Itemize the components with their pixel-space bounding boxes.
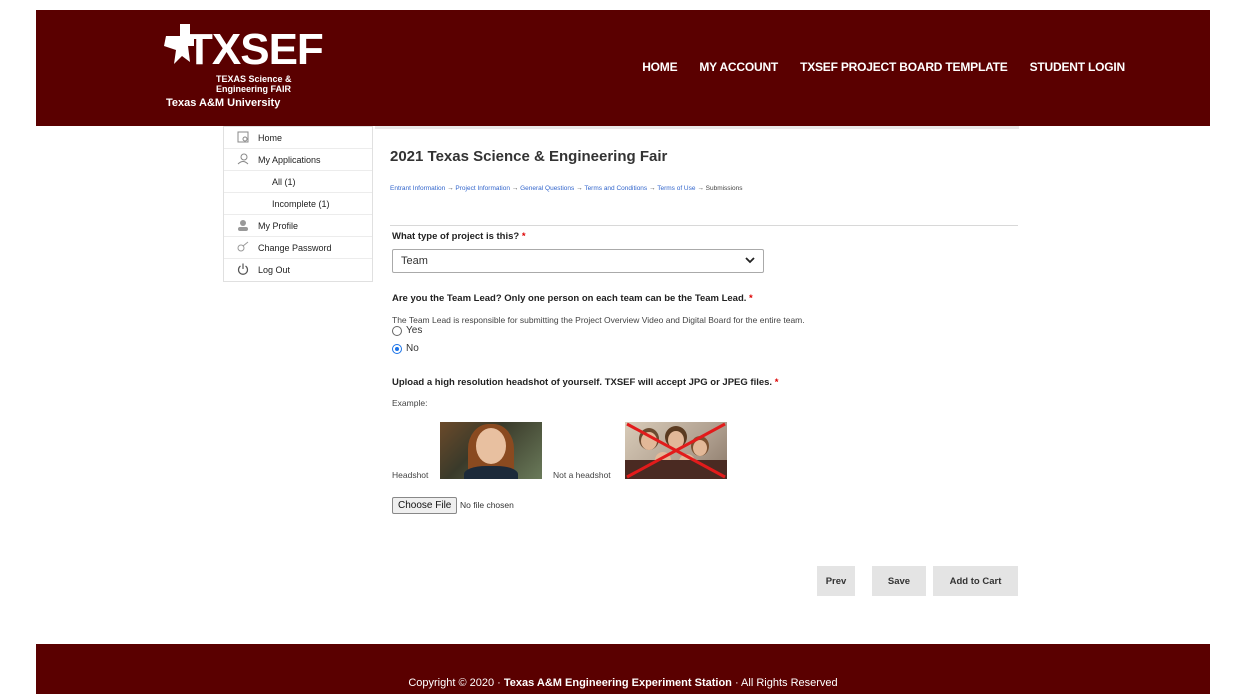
headshot-caption: Headshot xyxy=(392,470,429,480)
project-type-select[interactable]: Team xyxy=(392,249,764,273)
breadcrumb-general-questions[interactable]: General Questions xyxy=(520,185,574,192)
breadcrumb-separator: → xyxy=(576,185,583,192)
not-headshot-example-image xyxy=(625,422,727,479)
breadcrumb-project-information[interactable]: Project Information xyxy=(455,185,510,192)
sidebar-item-change-password[interactable]: Change Password xyxy=(224,237,372,259)
sidebar-item-all[interactable]: All (1) xyxy=(224,171,372,193)
prev-button[interactable]: Prev xyxy=(817,566,855,596)
project-type-label: What type of project is this? * xyxy=(392,231,526,242)
logo-text: TXSEF xyxy=(186,25,324,74)
headshot-upload-label: Upload a high resolution headshot of you… xyxy=(392,377,778,388)
copyright-text: Copyright © 2020 · Texas A&M Engineering… xyxy=(36,677,1210,689)
project-type-value: Team xyxy=(401,255,428,267)
breadcrumb-terms-of-use[interactable]: Terms of Use xyxy=(657,185,695,192)
sidebar-item-label: Incomplete (1) xyxy=(272,198,330,209)
breadcrumb-separator: → xyxy=(697,185,704,192)
red-x-icon xyxy=(626,422,726,479)
nav-home[interactable]: HOME xyxy=(642,60,677,74)
main-content: 2021 Texas Science & Engineering Fair En… xyxy=(390,140,1020,192)
page-title: 2021 Texas Science & Engineering Fair xyxy=(390,148,668,165)
sidebar-item-label: My Profile xyxy=(258,220,299,231)
sidebar-item-label: All (1) xyxy=(272,176,296,187)
breadcrumb-entrant-information[interactable]: Entrant Information xyxy=(390,185,445,192)
sidebar-item-label: My Applications xyxy=(258,154,321,165)
choose-file-button[interactable]: Choose File xyxy=(392,497,458,514)
sidebar-item-home[interactable]: Home xyxy=(224,127,372,149)
sidebar-item-incomplete[interactable]: Incomplete (1) xyxy=(224,193,372,215)
copyright-org: Texas A&M Engineering Experiment Station xyxy=(503,677,732,689)
nav-my-account[interactable]: MY ACCOUNT xyxy=(699,60,778,74)
add-to-cart-button[interactable]: Add to Cart xyxy=(933,566,1018,596)
sidebar-item-label: Change Password xyxy=(258,242,332,253)
breadcrumb: Entrant Information → Project Informatio… xyxy=(390,185,1020,192)
save-button[interactable]: Save xyxy=(872,566,926,596)
radio-yes[interactable]: Yes xyxy=(392,325,422,336)
team-lead-question: Are you the Team Lead? Only one person o… xyxy=(392,293,747,304)
sidebar-item-label: Home xyxy=(258,132,283,143)
radio-button[interactable] xyxy=(392,325,402,336)
breadcrumb-terms-and-conditions[interactable]: Terms and Conditions xyxy=(584,185,647,192)
chevron-down-icon xyxy=(745,257,755,264)
content-top-border xyxy=(375,126,1019,129)
breadcrumb-separator: → xyxy=(649,185,656,192)
team-lead-label: Are you the Team Lead? Only one person o… xyxy=(392,293,753,304)
sidebar-item-my-applications[interactable]: My Applications xyxy=(224,149,372,171)
profile-icon xyxy=(236,219,250,233)
sidebar: Home My Applications All (1) Incomplete … xyxy=(223,126,373,282)
breadcrumb-submissions: Submissions xyxy=(705,185,743,192)
breadcrumb-separator: → xyxy=(511,185,519,192)
sidebar-item-log-out[interactable]: Log Out xyxy=(224,259,372,281)
divider xyxy=(390,225,1018,226)
applications-icon xyxy=(236,153,250,167)
example-label: Example: xyxy=(392,398,428,408)
logo-subtitle-1: TEXAS Science & xyxy=(216,74,292,84)
required-mark: * xyxy=(774,377,779,388)
headshot-upload-question: Upload a high resolution headshot of you… xyxy=(392,377,773,388)
sidebar-item-my-profile[interactable]: My Profile xyxy=(224,215,372,237)
nav-project-board-template[interactable]: TXSEF PROJECT BOARD TEMPLATE xyxy=(800,60,1008,74)
nav-student-login[interactable]: STUDENT LOGIN xyxy=(1030,60,1126,74)
required-mark: * xyxy=(521,231,526,242)
home-icon xyxy=(236,131,250,145)
copyright-prefix: Copyright © 2020 · xyxy=(408,677,504,689)
breadcrumb-separator: → xyxy=(447,185,454,192)
university-name: Texas A&M University xyxy=(166,97,281,109)
power-icon xyxy=(236,263,250,277)
radio-no[interactable]: No xyxy=(392,343,419,354)
required-mark: * xyxy=(749,293,753,304)
copyright-suffix: · All Rights Reserved xyxy=(731,677,838,689)
key-icon xyxy=(236,241,250,255)
main-nav: HOME MY ACCOUNT TXSEF PROJECT BOARD TEMP… xyxy=(642,60,1125,74)
no-file-chosen-text: No file chosen xyxy=(460,500,514,510)
radio-button-selected[interactable] xyxy=(392,343,402,354)
sidebar-item-label: Log Out xyxy=(258,265,291,275)
not-headshot-caption: Not a headshot xyxy=(553,470,611,480)
logo-subtitle-2: Engineering FAIR xyxy=(216,84,292,94)
site-header: TXSEF TEXAS Science & Engineering FAIR T… xyxy=(36,10,1210,126)
headshot-example-image xyxy=(440,422,542,479)
radio-no-label: No xyxy=(406,343,419,354)
site-footer: Copyright © 2020 · Texas A&M Engineering… xyxy=(36,644,1210,694)
project-type-question: What type of project is this? xyxy=(392,231,520,242)
team-lead-help-text: The Team Lead is responsible for submitt… xyxy=(392,315,805,325)
radio-yes-label: Yes xyxy=(406,325,423,336)
